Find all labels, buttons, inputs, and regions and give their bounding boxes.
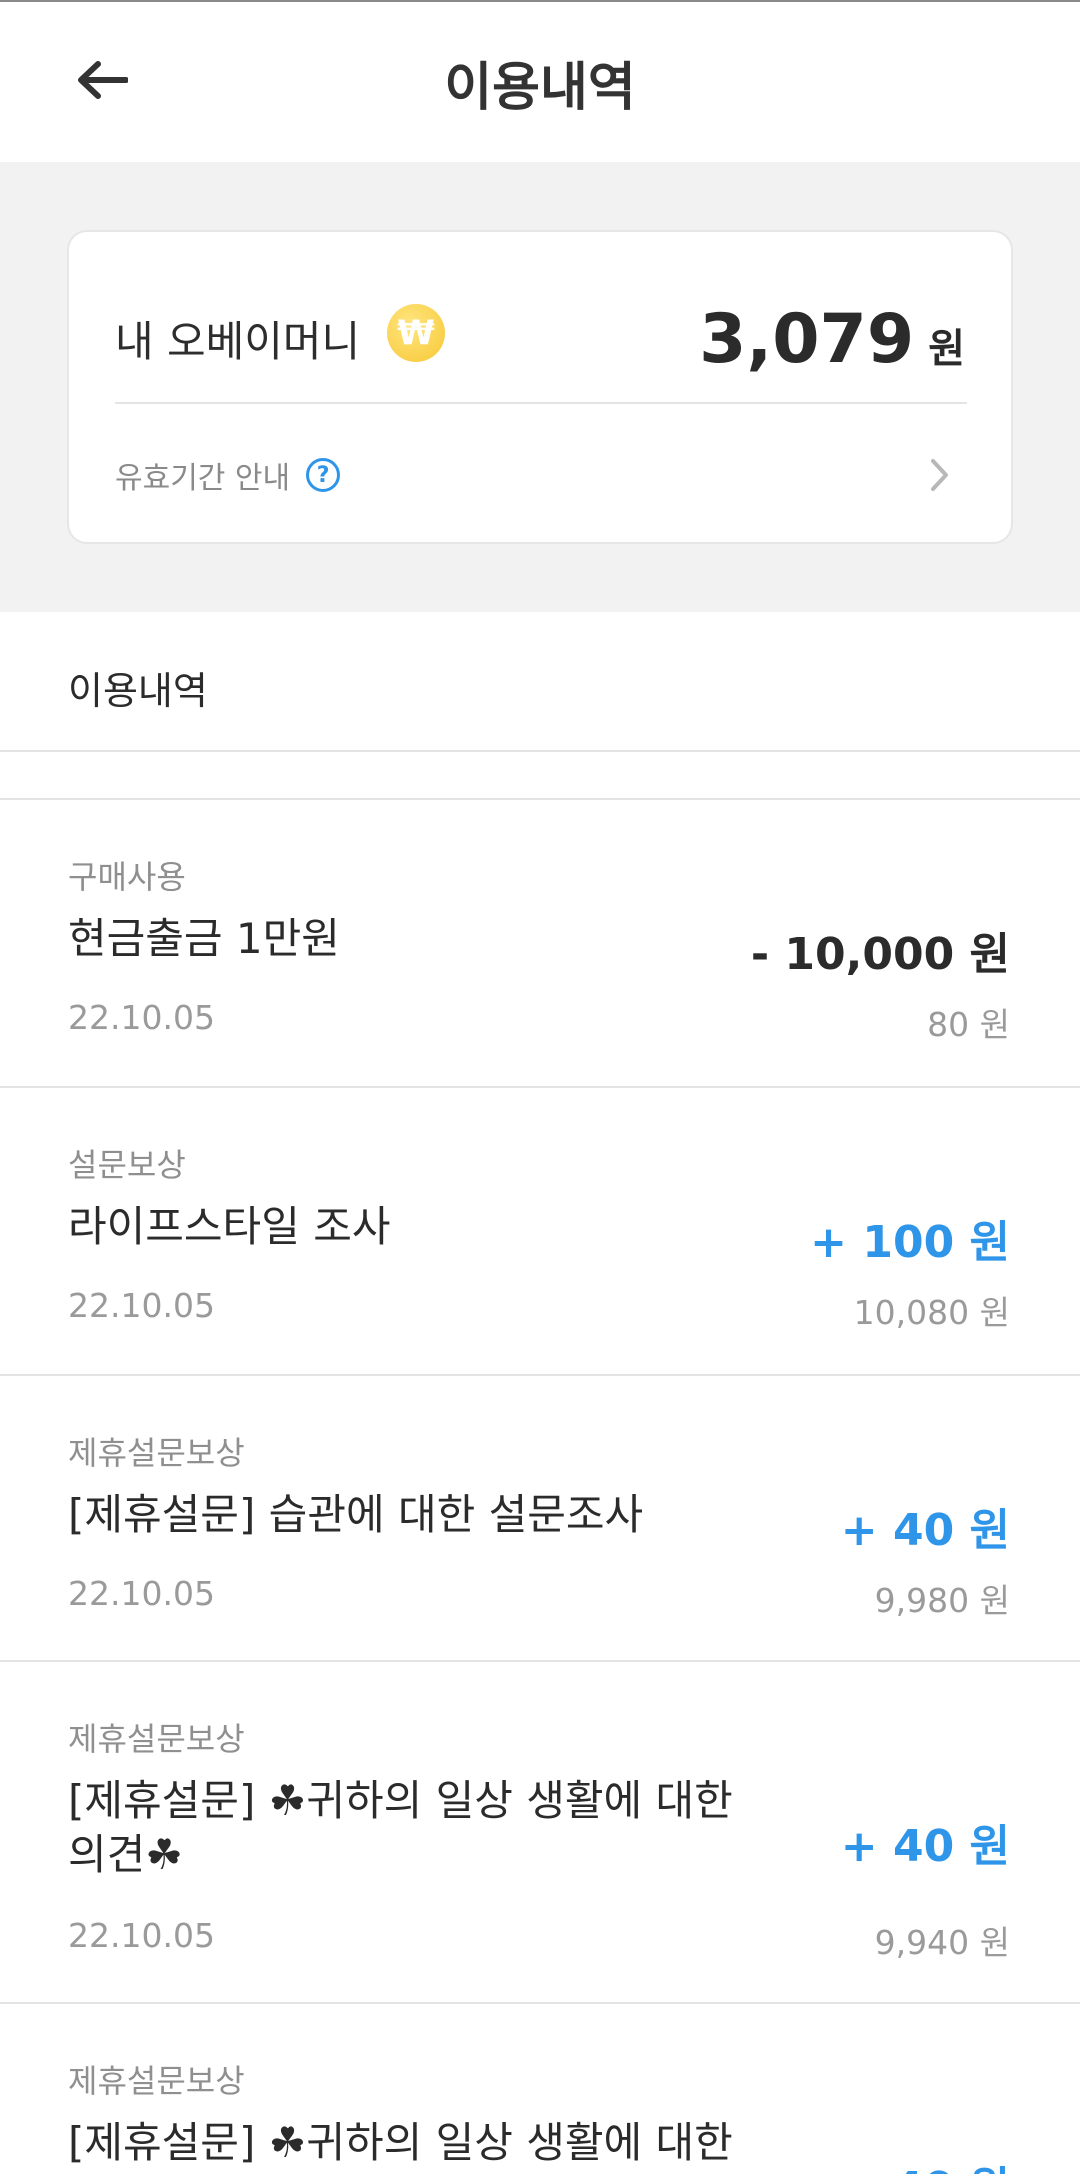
arrow-left-icon: [78, 61, 128, 99]
item-date: 22.10.05: [68, 1916, 215, 1955]
list-item[interactable]: 제휴설문보상 [제휴설문] 습관에 대한 설문조사 + 40 원 22.10.0…: [0, 1376, 1080, 1660]
list-item[interactable]: 구매사용 현금출금 1만원 - 10,000 원 22.10.05 80 원: [0, 800, 1080, 1086]
expiry-label: 유효기간 안내: [115, 461, 291, 496]
list-item[interactable]: 제휴설문보상 [제휴설문] ☘귀하의 일상 생활에 대한 의견☘ + 40 원 …: [0, 1662, 1080, 2002]
item-title: [제휴설문] ☘귀하의 일상 생활에 대한: [68, 2118, 733, 2167]
item-amount: - 10,000 원: [750, 929, 1010, 980]
item-category: 제휴설문보상: [68, 1434, 245, 1472]
item-amount: + 40 원: [840, 1821, 1010, 1872]
item-date: 22.10.05: [68, 1574, 215, 1613]
item-balance: 10,080 원: [853, 1293, 1010, 1332]
item-balance: 80 원: [927, 1005, 1010, 1044]
item-title: [제휴설문] 습관에 대한 설문조사: [68, 1490, 644, 1539]
chevron-right-icon: [925, 455, 955, 495]
item-balance: 9,940 원: [874, 1923, 1010, 1962]
item-amount: + 100 원: [810, 1217, 1010, 1268]
list-item[interactable]: 설문보상 라이프스타일 조사 + 100 원 22.10.05 10,080 원: [0, 1088, 1080, 1374]
balance-unit: 원: [928, 326, 965, 372]
item-category: 제휴설문보상: [68, 1720, 245, 1758]
back-button[interactable]: [62, 40, 142, 120]
item-balance: 9,980 원: [874, 1581, 1010, 1620]
item-title: [제휴설문] ☘귀하의 일상 생활에 대한 의견☘: [68, 1776, 733, 1879]
item-category: 제휴설문보상: [68, 2062, 245, 2100]
won-coin-icon: ₩: [387, 304, 445, 362]
item-amount: + 40 원: [841, 2152, 1010, 2174]
item-date: 22.10.05: [68, 1286, 215, 1325]
balance-amount: 3,079: [699, 300, 915, 379]
help-icon[interactable]: ?: [306, 458, 341, 492]
item-amount: + 40 원: [840, 1505, 1010, 1556]
section-divider: [0, 750, 1080, 752]
item-category: 구매사용: [68, 858, 186, 896]
list-item[interactable]: 제휴설문보상 [제휴설문] ☘귀하의 일상 생활에 대한 + 40 원: [0, 2004, 1080, 2174]
wallet-label: 내 오베이머니: [115, 317, 361, 366]
item-title: 현금출금 1만원: [68, 914, 340, 963]
history-section-title: 이용내역: [68, 669, 208, 713]
app-header: 이용내역: [0, 2, 1080, 162]
expiry-info-row[interactable]: 유효기간 안내 ?: [115, 404, 967, 546]
item-title: 라이프스타일 조사: [68, 1202, 391, 1251]
item-category: 설문보상: [68, 1146, 186, 1184]
page-title: 이용내역: [444, 57, 636, 118]
wallet-card: 내 오베이머니 ₩ 3,079 원 유효기간 안내 ?: [67, 230, 1013, 544]
wallet-balance: 3,079 원: [699, 300, 965, 379]
item-date: 22.10.05: [68, 998, 215, 1037]
